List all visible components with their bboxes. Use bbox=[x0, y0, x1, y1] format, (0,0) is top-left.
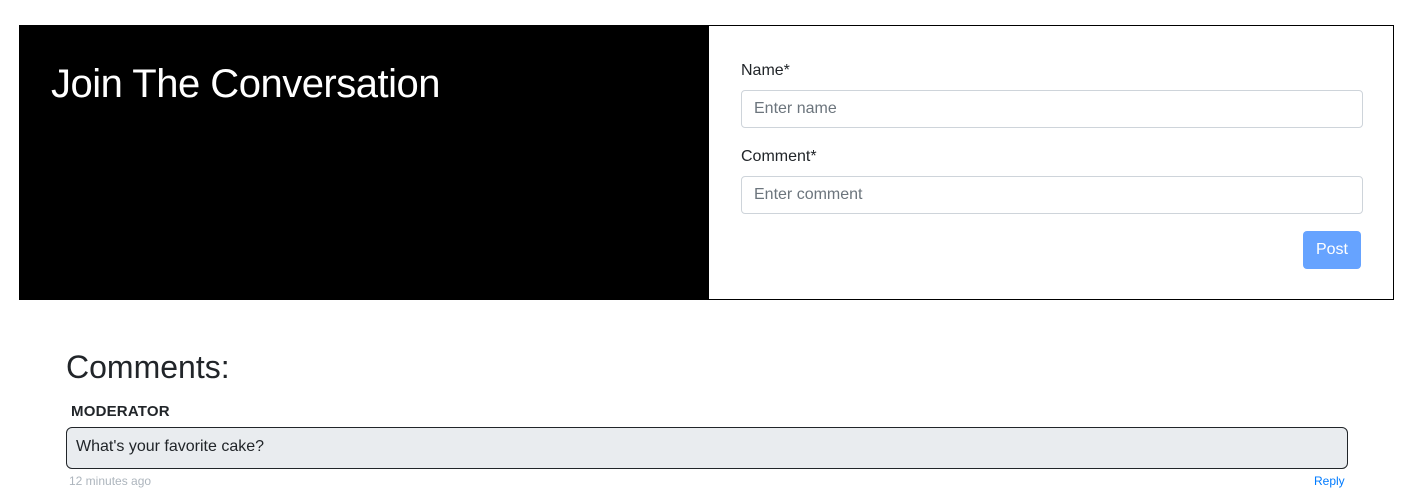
comment-text: What's your favorite cake? bbox=[66, 427, 1348, 469]
join-title: Join The Conversation bbox=[51, 62, 441, 106]
comment-author: MODERATOR bbox=[71, 403, 170, 420]
reply-link[interactable]: Reply bbox=[1314, 474, 1345, 488]
comment-label: Comment* bbox=[741, 148, 817, 165]
join-conversation-panel: Join The Conversation Name* Comment* Pos… bbox=[19, 25, 1394, 300]
name-label: Name* bbox=[741, 62, 790, 79]
comments-heading: Comments: bbox=[66, 349, 230, 385]
name-input[interactable] bbox=[741, 90, 1363, 128]
join-banner: Join The Conversation bbox=[20, 26, 709, 299]
comment-timestamp: 12 minutes ago bbox=[69, 474, 152, 488]
post-button[interactable]: Post bbox=[1303, 231, 1361, 269]
comment-input[interactable] bbox=[741, 176, 1363, 214]
comment-form: Name* Comment* Post bbox=[709, 26, 1393, 299]
